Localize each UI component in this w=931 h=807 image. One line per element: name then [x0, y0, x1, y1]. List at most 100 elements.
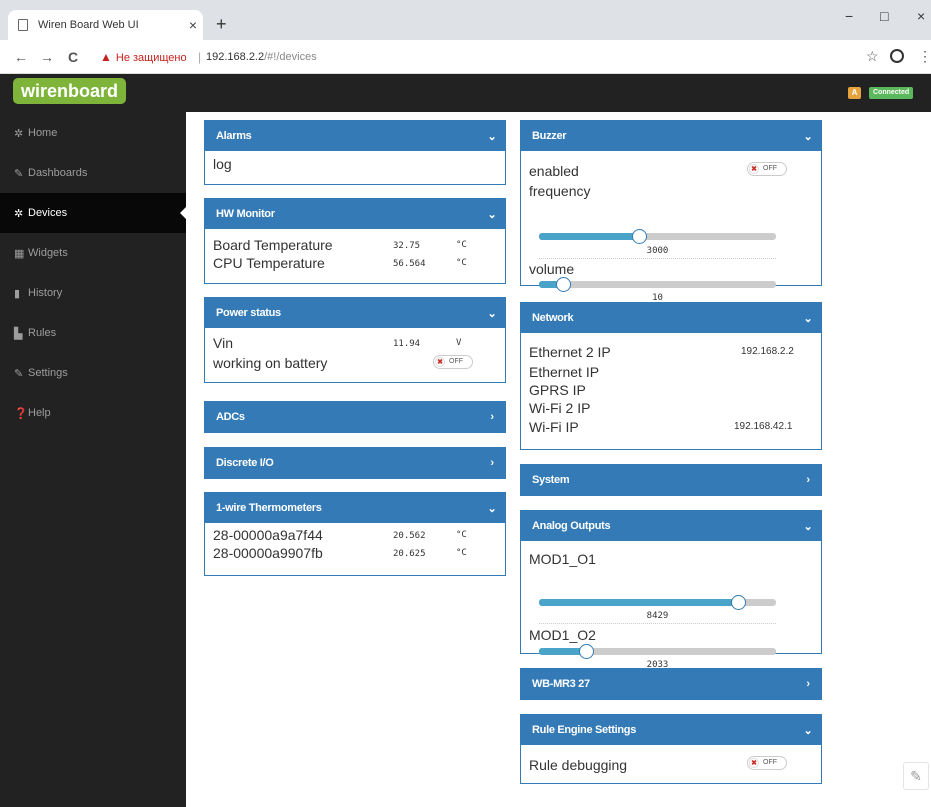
mod1-o1-value[interactable]: 8429	[539, 610, 776, 624]
volume-label: volume	[529, 261, 575, 277]
rule-engine-panel-body: Rule debugging ✖ OFF	[521, 745, 821, 781]
sidebar-item-label: Dashboards	[28, 167, 88, 179]
row-value: 11.94	[393, 339, 421, 349]
network-panel-header[interactable]: Network ⌄	[521, 303, 821, 333]
url-field[interactable]: 192.168.2.2/#!/devices	[206, 51, 317, 63]
buzzer-panel-header[interactable]: Buzzer ⌄	[521, 121, 821, 151]
question-icon: ❓	[14, 407, 28, 420]
chevron-right-icon[interactable]: ›	[479, 457, 505, 469]
panel-title: Network	[532, 312, 574, 324]
mod1-o2-slider[interactable]	[539, 644, 776, 659]
sidebar-item-history[interactable]: ▮ History	[0, 273, 186, 313]
row-unit: V	[456, 338, 462, 348]
cpu-temperature-row: CPU Temperature 56.564 °C	[213, 255, 497, 273]
rule-engine-panel-header[interactable]: Rule Engine Settings ⌄	[521, 715, 821, 745]
alarms-log-label: log	[213, 156, 232, 172]
sidebar-item-devices[interactable]: ✲ Devices	[0, 193, 186, 233]
sidebar-item-label: Devices	[28, 207, 68, 219]
chevron-down-icon[interactable]: ⌄	[795, 312, 821, 325]
thermometers-panel-header[interactable]: 1-wire Thermometers ⌄	[205, 493, 505, 523]
chevron-down-icon[interactable]: ⌄	[795, 724, 821, 737]
sidebar-item-label: History	[28, 287, 63, 299]
chevron-down-icon[interactable]: ⌄	[479, 130, 505, 143]
back-icon[interactable]: ←	[14, 49, 28, 65]
row-label: Ethernet 2 IP	[529, 344, 611, 360]
panel-title: Analog Outputs	[532, 520, 611, 532]
indicator-badge: A	[848, 87, 861, 99]
reload-icon[interactable]: C	[68, 49, 78, 65]
sidebar-item-settings[interactable]: ✎ Settings	[0, 353, 186, 393]
discrete-io-panel-header[interactable]: Discrete I/O ›	[205, 448, 505, 478]
wrench-icon[interactable]: ✎	[903, 762, 929, 790]
wb-mr3-panel-header[interactable]: WB-MR3 27 ›	[521, 669, 821, 699]
adcs-panel-header[interactable]: ADCs ›	[205, 402, 505, 432]
new-tab-button[interactable]: +	[216, 14, 227, 35]
row-value: 32.75	[393, 241, 421, 251]
row-label: Ethernet IP	[529, 364, 600, 380]
panel-title: Buzzer	[532, 130, 567, 142]
row-label: GPRS IP	[529, 382, 586, 398]
panel-title: Power status	[216, 307, 281, 319]
browser-menu-icon[interactable]: ⋮	[918, 48, 931, 65]
volume-slider[interactable]	[539, 277, 776, 292]
power-status-panel-header[interactable]: Power status ⌄	[205, 298, 505, 328]
alarms-panel-header[interactable]: Alarms ⌄	[205, 121, 505, 151]
thermometers-panel: 1-wire Thermometers ⌄ 28-00000a9a7f44 20…	[204, 492, 506, 576]
chevron-right-icon[interactable]: ›	[795, 474, 821, 486]
sidebar-item-help[interactable]: ❓ Help	[0, 393, 186, 433]
buzzer-enabled-toggle[interactable]: ✖ OFF	[747, 162, 787, 176]
battery-toggle[interactable]: ✖ OFF	[433, 355, 473, 369]
bookmark-star-icon[interactable]: ☆	[866, 48, 879, 65]
chevron-down-icon[interactable]: ⌄	[479, 307, 505, 320]
window-close-button[interactable]: ×	[917, 8, 925, 24]
toggle-x-icon: ✖	[749, 164, 759, 174]
sidebar-item-rules[interactable]: ▙ Rules	[0, 313, 186, 353]
network-row: Ethernet 2 IP 192.168.2.2	[529, 344, 813, 364]
frequency-slider[interactable]	[539, 229, 776, 244]
account-icon[interactable]	[890, 49, 904, 63]
slider-handle[interactable]	[579, 644, 594, 659]
url-host: 192.168.2.2	[206, 51, 265, 63]
chevron-down-icon[interactable]: ⌄	[795, 520, 821, 533]
warning-icon: ▲	[100, 50, 112, 64]
frequency-value[interactable]: 3000	[539, 245, 776, 259]
system-panel: System ›	[520, 464, 822, 496]
minimize-button[interactable]: −	[845, 8, 853, 24]
hw-monitor-panel: HW Monitor ⌄ Board Temperature 32.75 °C …	[204, 198, 506, 284]
sidebar-item-widgets[interactable]: ▦ Widgets	[0, 233, 186, 273]
row-label: Wi-Fi 2 IP	[529, 400, 591, 416]
chevron-right-icon[interactable]: ›	[795, 678, 821, 690]
maximize-button[interactable]: □	[880, 8, 888, 24]
analog-outputs-panel-header[interactable]: Analog Outputs ⌄	[521, 511, 821, 541]
chevron-down-icon[interactable]: ⌄	[479, 208, 505, 221]
chevron-down-icon[interactable]: ⌄	[795, 130, 821, 143]
slider-handle[interactable]	[731, 595, 746, 610]
file-icon: ▙	[14, 327, 23, 340]
browser-tab[interactable]: Wiren Board Web UI ×	[8, 10, 203, 40]
chevron-down-icon[interactable]: ⌄	[479, 502, 505, 515]
adcs-panel: ADCs ›	[204, 401, 506, 433]
wrench-icon: ✎	[14, 167, 24, 180]
row-label: enabled	[529, 163, 579, 179]
wirenboard-logo[interactable]: wirenboard	[13, 78, 127, 104]
close-tab-icon[interactable]: ×	[183, 17, 203, 33]
grid-icon: ▦	[14, 247, 25, 260]
forward-icon[interactable]: →	[40, 49, 54, 65]
panel-title: 1-wire Thermometers	[216, 502, 322, 514]
slider-handle[interactable]	[632, 229, 647, 244]
power-status-panel: Power status ⌄ Vin 11.94 V working on ba…	[204, 297, 506, 383]
chevron-right-icon[interactable]: ›	[479, 411, 505, 423]
buzzer-panel: Buzzer ⌄ enabled ✖ OFF frequency 3000 vo…	[520, 120, 822, 306]
sidebar-item-home[interactable]: ✲ Home	[0, 113, 186, 153]
security-warning[interactable]: ▲ Не защищено	[100, 50, 187, 64]
rule-debugging-toggle[interactable]: ✖ OFF	[747, 756, 787, 770]
mod1-o1-slider[interactable]	[539, 595, 776, 610]
power-status-panel-body: Vin 11.94 V working on battery ✖ OFF	[205, 328, 505, 379]
system-panel-header[interactable]: System ›	[521, 465, 821, 495]
slider-handle[interactable]	[556, 277, 571, 292]
hw-monitor-panel-header[interactable]: HW Monitor ⌄	[205, 199, 505, 229]
row-label: 28-00000a9907fb	[213, 545, 323, 561]
sidebar-item-dashboards[interactable]: ✎ Dashboards	[0, 153, 186, 193]
toggle-state: OFF	[763, 165, 777, 172]
discrete-io-panel: Discrete I/O ›	[204, 447, 506, 479]
